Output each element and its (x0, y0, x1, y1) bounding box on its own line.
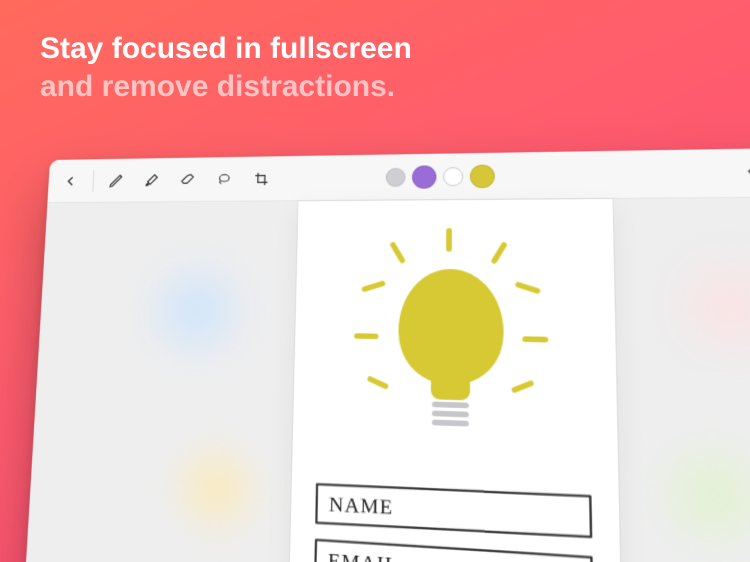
crop-tool[interactable] (245, 163, 277, 194)
canvas-left-dimmed (17, 201, 298, 562)
promo-headline: Stay focused in fullscreen and remove di… (40, 30, 710, 105)
eraser-tool[interactable] (172, 164, 203, 195)
focused-artboard[interactable]: NAME EMAIL PASSWORD (285, 199, 626, 562)
lightbulb-icon (348, 221, 557, 447)
titlebar (47, 146, 750, 203)
color-purple[interactable] (412, 165, 436, 188)
color-grey[interactable] (386, 167, 406, 186)
pencil-tool[interactable] (101, 165, 132, 195)
brush-tool[interactable] (136, 165, 167, 195)
back-button[interactable] (56, 166, 86, 196)
form-sketch: NAME EMAIL PASSWORD (312, 483, 594, 562)
undo-button[interactable] (738, 156, 750, 190)
color-picker (386, 164, 495, 189)
email-field-label: EMAIL (328, 548, 399, 562)
app-window: NAME EMAIL PASSWORD (17, 146, 750, 562)
color-yellow[interactable] (470, 164, 495, 188)
promo-line-2: and remove distractions. (40, 68, 710, 106)
color-white[interactable] (443, 167, 463, 186)
canvas[interactable]: NAME EMAIL PASSWORD (17, 197, 750, 562)
name-field-sketch: NAME (315, 483, 592, 538)
promo-line-1: Stay focused in fullscreen (40, 30, 710, 68)
email-field-sketch: EMAIL (314, 539, 593, 562)
toolbar-separator (92, 170, 94, 192)
canvas-right-dimmed (613, 197, 750, 562)
lasso-tool[interactable] (208, 163, 240, 194)
name-field-label: NAME (329, 492, 394, 519)
